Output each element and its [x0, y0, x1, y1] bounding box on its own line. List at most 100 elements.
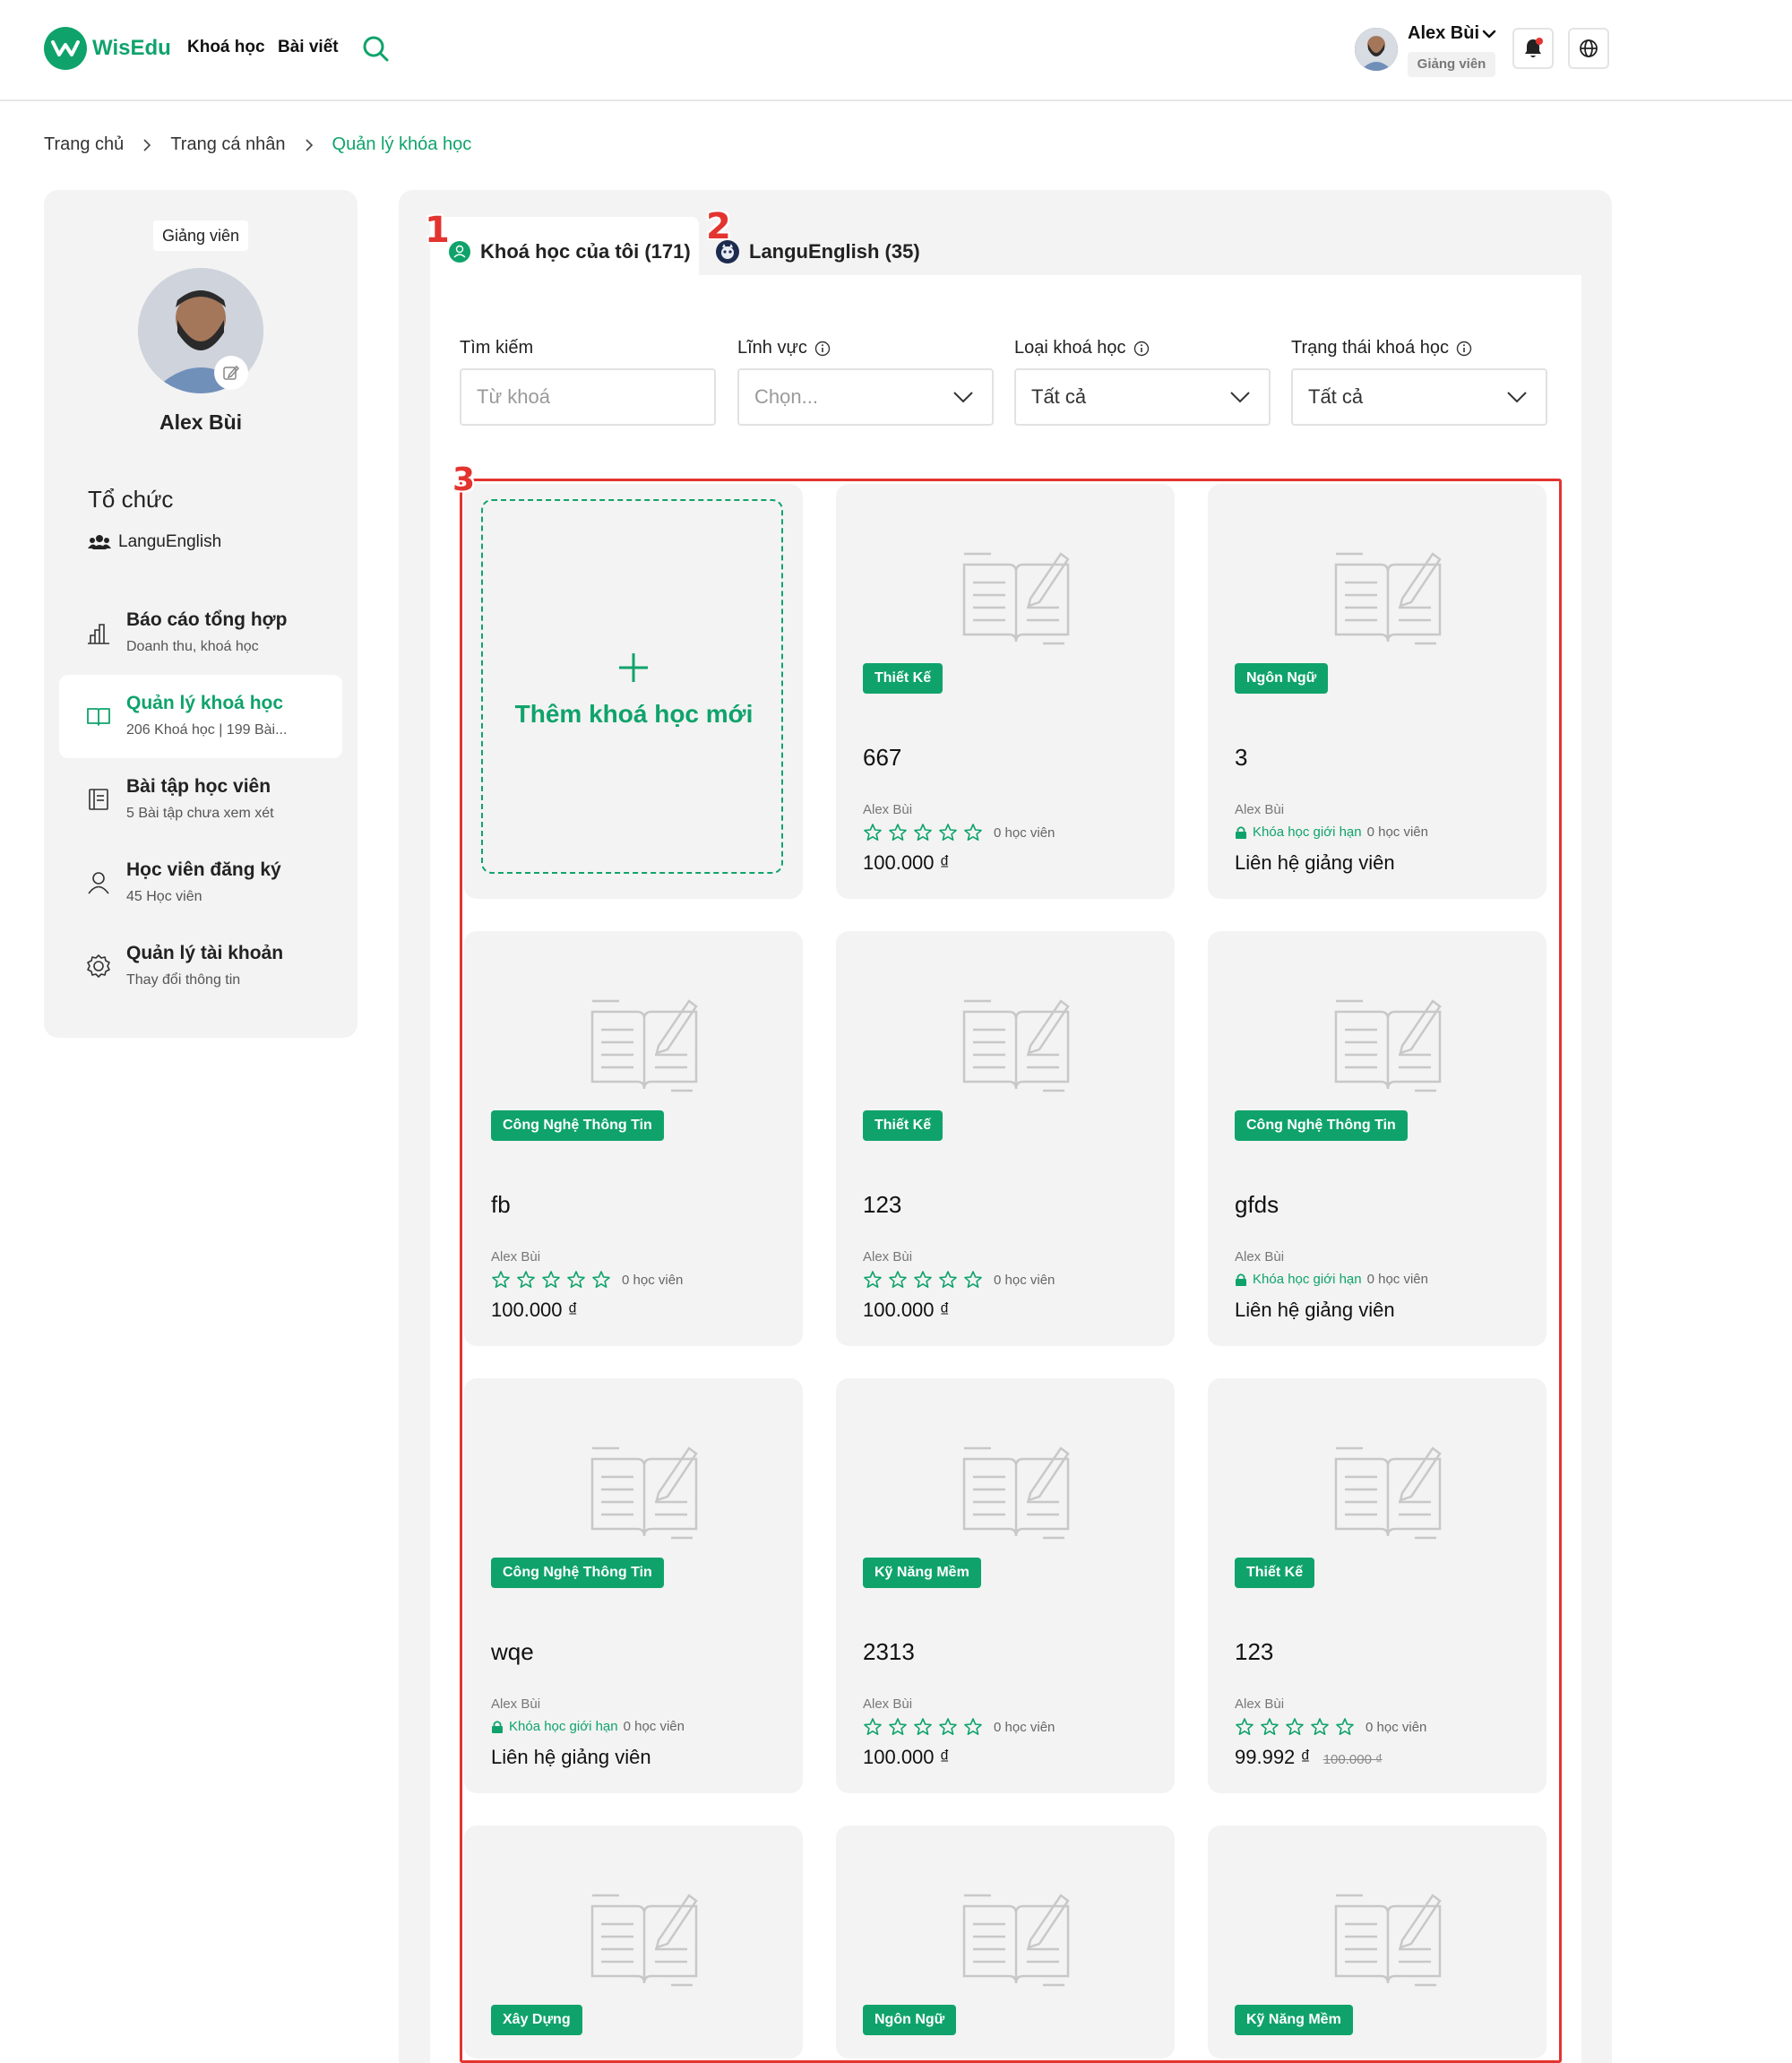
course-title[interactable]: wqe [491, 1638, 534, 1666]
course-title[interactable]: 667 [863, 744, 901, 772]
star-icon[interactable] [963, 1270, 983, 1290]
course-title[interactable]: gfds [1235, 1191, 1279, 1219]
notification-button[interactable] [1512, 28, 1554, 69]
info-icon[interactable] [1456, 341, 1472, 357]
course-card[interactable]: Công Nghệ Thông Tin gfds Alex Bùi Khóa học … [1208, 931, 1546, 1346]
limited-access-row: Khóa học giới hạn 0 học viên [1235, 1272, 1428, 1287]
course-title[interactable]: 123 [863, 1191, 901, 1219]
category-badge: Thiết Kế [863, 1110, 943, 1141]
book-placeholder-icon [590, 1446, 698, 1540]
student-count: 0 học viên [1366, 1719, 1427, 1735]
star-icon[interactable] [1310, 1717, 1330, 1737]
info-icon[interactable] [814, 341, 831, 357]
language-button[interactable] [1568, 28, 1609, 69]
star-icon[interactable] [963, 1717, 983, 1737]
star-icon[interactable] [863, 1717, 883, 1737]
filter-label: Tìm kiếm [460, 338, 534, 358]
star-icon[interactable] [938, 823, 958, 842]
sidebar-item-assignments[interactable]: Bài tập học viên 5 Bài tập chưa xem xét [59, 758, 342, 842]
category-badge: Công Nghệ Thông Tin [1235, 1110, 1408, 1141]
course-title[interactable]: 123 [1235, 1638, 1273, 1666]
breadcrumb-current: Quản lý khóa học [332, 134, 472, 154]
nav-articles-link[interactable]: Bài viết [278, 38, 339, 57]
star-icon[interactable] [1260, 1717, 1279, 1737]
chevron-down-icon[interactable] [1480, 27, 1498, 41]
course-title[interactable]: 3 [1235, 744, 1247, 772]
course-type-select[interactable]: Tất cả [1014, 368, 1271, 426]
course-price: 100.000 ₫ [491, 1299, 578, 1321]
rating-row: 0 học viên [491, 1270, 683, 1290]
lock-icon [492, 1720, 503, 1733]
course-status-select[interactable]: Tất cả [1291, 368, 1547, 426]
chevron-right-icon [143, 138, 151, 151]
course-card[interactable]: Kỹ Năng Mềm 2313 Alex Bùi 0 học viên 100.000… [836, 1378, 1175, 1793]
star-icon[interactable] [491, 1270, 511, 1290]
star-icon[interactable] [1235, 1717, 1254, 1737]
star-icon[interactable] [938, 1717, 958, 1737]
star-icon[interactable] [1285, 1717, 1305, 1737]
breadcrumb-profile[interactable]: Trang cá nhân [170, 134, 285, 155]
star-icon[interactable] [938, 1270, 958, 1290]
price-row: 100.000 ₫ [863, 1299, 950, 1322]
sidebar-item-title: Học viên đăng ký [126, 859, 281, 880]
user-avatar[interactable] [1355, 28, 1398, 71]
search-icon[interactable] [361, 34, 392, 65]
star-icon[interactable] [888, 1717, 908, 1737]
course-card[interactable]: Thiết Kế 123 Alex Bùi 0 học viên 99.992 ₫ 100… [1208, 1378, 1546, 1793]
star-icon[interactable] [1335, 1717, 1355, 1737]
rating-row: 0 học viên [1235, 1717, 1426, 1737]
sidebar-item-reports[interactable]: Báo cáo tổng hợp Doanh thu, khoá học [59, 591, 342, 675]
star-icon[interactable] [888, 823, 908, 842]
course-card[interactable]: Ngôn Ngữ 3 Alex Bùi Khóa học giới hạn 0 học … [1208, 484, 1546, 899]
course-price: Liên hệ giảng viên [1235, 1299, 1395, 1321]
edit-avatar-icon[interactable] [214, 356, 248, 390]
star-icon[interactable] [516, 1270, 536, 1290]
star-icon[interactable] [888, 1270, 908, 1290]
add-course-card[interactable]: Thêm khoá học mới [464, 484, 803, 899]
course-card[interactable]: Thiết Kế 667 Alex Bùi 0 học viên 100.000 ₫ [836, 484, 1175, 899]
info-icon[interactable] [1133, 341, 1150, 357]
course-title[interactable]: 2313 [863, 1638, 915, 1666]
lock-icon [1236, 825, 1246, 839]
sidebar-item-course-management[interactable]: Quản lý khoá học 206 Khoá học | 199 Bài.… [59, 675, 342, 758]
course-card[interactable]: Xây Dựng [464, 1826, 803, 2059]
book-placeholder-icon [1334, 999, 1442, 1092]
users-icon [88, 535, 111, 549]
add-course-label: Thêm khoá học mới [514, 700, 754, 728]
sidebar-item-account[interactable]: Quản lý tài khoản Thay đổi thông tin [59, 925, 342, 1008]
breadcrumb-home[interactable]: Trang chủ [44, 134, 124, 155]
star-icon[interactable] [913, 823, 933, 842]
star-icon[interactable] [913, 1717, 933, 1737]
star-icon[interactable] [963, 823, 983, 842]
search-input[interactable]: Từ khoá [460, 368, 716, 426]
course-card[interactable]: Công Nghệ Thông Tin wqe Alex Bùi Khóa học g… [464, 1378, 803, 1793]
rating-row: 0 học viên [863, 823, 1055, 842]
course-price: 100.000 ₫ [863, 1746, 950, 1768]
price-row: Liên hệ giảng viên [1235, 851, 1395, 875]
brand-logo[interactable]: WisEdu [44, 27, 171, 70]
course-content: Tìm kiếm Từ khoá Lĩnh vực Chọn... Loại k… [430, 275, 1581, 2063]
star-icon[interactable] [566, 1270, 586, 1290]
page: WisEdu Khoá học Bài viết Alex Bùi Giảng … [0, 0, 1792, 2063]
star-icon[interactable] [863, 823, 883, 842]
star-icon[interactable] [913, 1270, 933, 1290]
price-row: 100.000 ₫ [863, 851, 950, 875]
star-icon[interactable] [591, 1270, 611, 1290]
course-card[interactable]: Thiết Kế 123 Alex Bùi 0 học viên 100.000 ₫ [836, 931, 1175, 1346]
star-icon[interactable] [863, 1270, 883, 1290]
sidebar-item-students[interactable]: Học viên đăng ký 45 Học viên [59, 842, 342, 925]
price-row: Liên hệ giảng viên [491, 1746, 651, 1769]
organization-item[interactable]: LanguEnglish [88, 532, 221, 552]
field-select[interactable]: Chọn... [737, 368, 994, 426]
user-name[interactable]: Alex Bùi [1408, 23, 1479, 44]
course-title[interactable]: fb [491, 1191, 511, 1219]
course-card[interactable]: Kỹ Năng Mềm [1208, 1826, 1546, 2059]
bell-icon [1525, 38, 1543, 57]
course-card[interactable]: Công Nghệ Thông Tin fb Alex Bùi 0 học viên 1… [464, 931, 803, 1346]
category-badge: Thiết Kế [1235, 1558, 1315, 1588]
nav-courses-link[interactable]: Khoá học [187, 38, 265, 57]
star-icon[interactable] [541, 1270, 561, 1290]
add-course-button[interactable]: Thêm khoá học mới [481, 499, 783, 874]
original-price: 100.000 ₫ [1322, 1752, 1383, 1767]
course-card[interactable]: Ngôn Ngữ [836, 1826, 1175, 2059]
